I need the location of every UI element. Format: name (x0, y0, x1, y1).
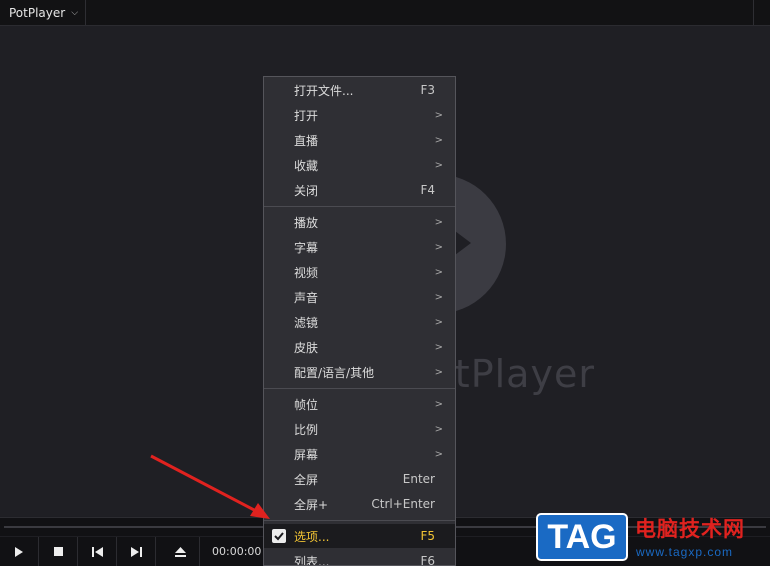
watermark-url: www.tagxp.com (636, 545, 734, 559)
watermark-logo: TAG (536, 513, 628, 561)
watermark: TAG 电脑技术网 www.tagxp.com (532, 507, 770, 566)
annotation-arrow-icon (150, 454, 270, 519)
watermark-title: 电脑技术网 (635, 517, 745, 541)
